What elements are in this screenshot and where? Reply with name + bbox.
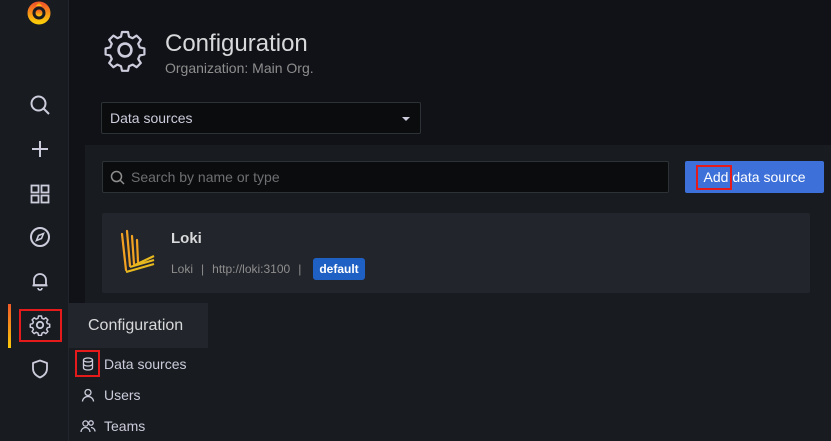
active-indicator bbox=[8, 304, 11, 348]
add-data-source-button[interactable]: Add data source bbox=[685, 161, 824, 193]
search-input[interactable] bbox=[131, 169, 651, 185]
search-icon[interactable] bbox=[26, 91, 54, 119]
flyout-item-label: Data sources bbox=[104, 356, 187, 372]
bell-icon[interactable] bbox=[26, 267, 54, 295]
meta-separator: | bbox=[298, 262, 302, 276]
sidebar bbox=[0, 0, 69, 441]
section-select[interactable]: Data sources bbox=[101, 102, 421, 134]
datasource-url: http://loki:3100 bbox=[212, 262, 291, 276]
datasource-type: Loki bbox=[171, 262, 194, 276]
user-icon bbox=[80, 387, 96, 403]
explore-icon[interactable] bbox=[26, 223, 54, 251]
database-icon bbox=[80, 356, 96, 372]
dashboards-icon[interactable] bbox=[26, 180, 54, 208]
flyout-item-label: Users bbox=[104, 387, 141, 403]
users-icon bbox=[80, 418, 96, 434]
datasource-name[interactable]: Loki bbox=[171, 230, 202, 247]
search-icon bbox=[103, 170, 131, 185]
shield-icon[interactable] bbox=[26, 355, 54, 383]
default-badge: default bbox=[313, 258, 365, 280]
flyout-item-data-sources[interactable]: Data sources bbox=[80, 352, 208, 376]
gear-icon[interactable] bbox=[26, 311, 54, 339]
chevron-down-icon bbox=[402, 117, 410, 121]
configuration-gear-icon bbox=[103, 28, 147, 72]
plus-icon[interactable] bbox=[26, 135, 54, 163]
flyout-item-teams[interactable]: Teams bbox=[80, 414, 208, 438]
grafana-logo-icon[interactable] bbox=[26, 0, 52, 26]
loki-logo-icon bbox=[118, 228, 158, 278]
meta-separator: | bbox=[201, 262, 205, 276]
flyout-title[interactable]: Configuration bbox=[69, 303, 208, 348]
datasource-card[interactable]: Loki Loki | http://loki:3100 | default bbox=[102, 213, 810, 293]
page-subtitle: Organization: Main Org. bbox=[165, 60, 314, 76]
flyout-item-label: Teams bbox=[104, 418, 146, 434]
page-title: Configuration bbox=[165, 30, 308, 57]
search-box[interactable] bbox=[102, 161, 669, 193]
datasource-meta: Loki | http://loki:3100 | default bbox=[171, 258, 365, 280]
section-select-value: Data sources bbox=[110, 110, 193, 126]
flyout-item-users[interactable]: Users bbox=[80, 383, 208, 407]
